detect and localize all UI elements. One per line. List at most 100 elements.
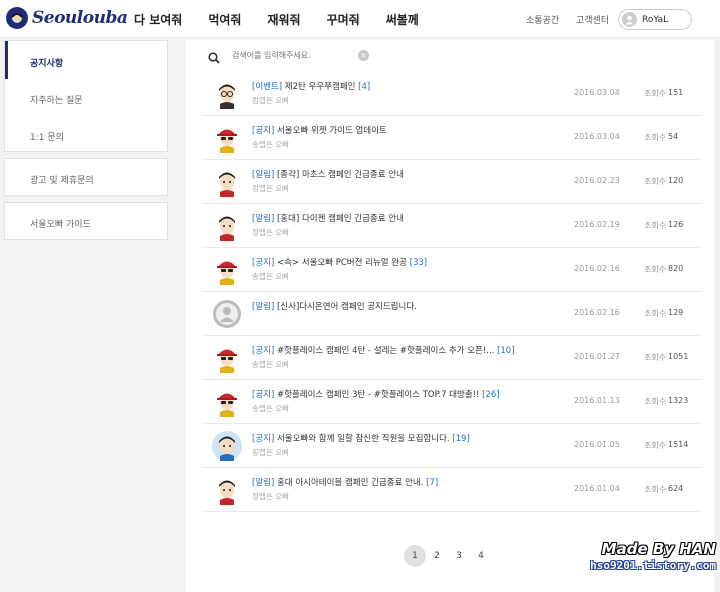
- sidebar-item-inquiry[interactable]: 1:1 문의: [5, 130, 167, 143]
- top-header: Seoulouba 다 보여줘 먹여줘 재워줘 꾸며줘 써볼께 소통공간 고객센…: [0, 0, 720, 38]
- sidebar-item-guide[interactable]: 서울오빠 가이드: [5, 217, 167, 230]
- nav-item-food[interactable]: 먹여줘: [208, 11, 241, 28]
- post-category: [공지]: [252, 258, 275, 268]
- post-list: [이벤트] 제2탄 우우쭈캠페인 [4] 컴캡은 오빠 2016.03.04 조회수 1…: [202, 72, 702, 512]
- nav-item-try[interactable]: 써볼께: [386, 11, 419, 28]
- author-avatar: [212, 123, 242, 153]
- views-count: 126: [668, 220, 684, 229]
- nav-item-all[interactable]: 다 보여줘: [134, 11, 182, 28]
- author-avatar: [212, 79, 242, 109]
- post-title[interactable]: [알림] [홍대] 다이젠 캠페인 긴급종료 안내: [252, 212, 404, 224]
- post-author: 송맵은 오빠: [252, 272, 289, 281]
- author-avatar: [212, 167, 242, 197]
- post-category: [이벤트]: [252, 82, 283, 92]
- author-avatar: [212, 299, 242, 329]
- post-title-text: [종각] 마초스 캠페인 긴급종료 안내: [276, 170, 404, 180]
- sidebar-item-notice[interactable]: 공지사항: [5, 56, 167, 69]
- author-avatar: [212, 343, 242, 373]
- author-avatar: [212, 255, 242, 285]
- post-row[interactable]: [공지] #핫플레이스 캠페인 3탄 - #핫플레이스 TOP.7 대방출!! …: [202, 380, 702, 424]
- post-author: 정맵은 오빠: [252, 184, 289, 193]
- post-row[interactable]: [공지] #핫플레이스 캠페인 4탄 - 설레는 #핫플레이스 추가 오픈!..…: [202, 336, 702, 380]
- community-link[interactable]: 소통공간: [526, 0, 559, 38]
- user-name: RoYaL: [642, 14, 669, 25]
- search-bar[interactable]: 검색어를 입력해주세요. ×: [186, 40, 714, 72]
- post-row[interactable]: [공지] 서울오빠와 함께 일할 참신한 직원을 모집합니다. [19] 꽁맵은 …: [202, 424, 702, 468]
- comment-count: [10]: [497, 346, 515, 356]
- post-category: [공지]: [252, 434, 275, 444]
- views-label: 조회수: [644, 89, 667, 98]
- nav-item-beauty[interactable]: 꾸며줘: [327, 11, 360, 28]
- post-row[interactable]: [공지] <속> 서울오빠 PC버전 리뉴얼 완공 [33] 송맵은 오빠 2016…: [202, 248, 702, 292]
- post-title[interactable]: [알림] 홍대 아시아테이블 캠페인 긴급종료 안내. [7]: [252, 476, 438, 488]
- post-author: 꽁맵은 오빠: [252, 448, 289, 457]
- watermark: Made By HAN hso9201.tistory.com: [580, 540, 716, 572]
- post-title[interactable]: [알림] [신사]다시온연어 캠페인 공지드립니다.: [252, 300, 417, 312]
- user-avatar-icon: [622, 12, 637, 27]
- post-title[interactable]: [공지] 서울오빠와 함께 일할 참신한 직원을 모집합니다. [19]: [252, 432, 470, 444]
- sidebar-help-group: 공지사항 자주하는 질문 1:1 문의: [4, 40, 168, 152]
- post-date: 2016.02.23: [574, 176, 620, 185]
- views-label: 조회수: [644, 177, 667, 186]
- post-title[interactable]: [이벤트] 제2탄 우우쭈캠페인 [4]: [252, 80, 370, 92]
- user-menu[interactable]: RoYaL: [618, 9, 692, 30]
- post-title-text: [홍대] 다이젠 캠페인 긴급종료 안내: [276, 214, 404, 224]
- post-title-text: 제2탄 우우쭈캠페인: [284, 82, 356, 92]
- sidebar-item-ad-inquiry[interactable]: 광고 및 제휴문의: [5, 173, 167, 186]
- views-count: 129: [668, 308, 684, 317]
- post-row[interactable]: [알림] 홍대 아시아테이블 캠페인 긴급종료 안내. [7] 정맵은 오빠 201…: [202, 468, 702, 512]
- views-label: 조회수: [644, 441, 667, 450]
- views-count: 54: [668, 132, 679, 141]
- post-author: 정맵은 오빠: [252, 228, 289, 237]
- search-icon[interactable]: [208, 49, 220, 68]
- post-title[interactable]: [공지] #핫플레이스 캠페인 4탄 - 설레는 #핫플레이스 추가 오픈!..…: [252, 344, 515, 356]
- post-row[interactable]: [공지] 서울오빠 위젯 가이드 업데이트 송맵은 오빠 2016.03.04 조회…: [202, 116, 702, 160]
- support-link[interactable]: 고객센터: [576, 0, 609, 38]
- watermark-author: Made By HAN: [601, 540, 716, 558]
- post-row[interactable]: [알림] [종각] 마초스 캠페인 긴급종료 안내 정맵은 오빠 2016.02.…: [202, 160, 702, 204]
- views-count: 1051: [668, 352, 689, 361]
- nav-item-stay[interactable]: 재워줘: [267, 11, 300, 28]
- post-row[interactable]: [이벤트] 제2탄 우우쭈캠페인 [4] 컴캡은 오빠 2016.03.04 조회수 1…: [202, 72, 702, 116]
- views-label: 조회수: [644, 265, 667, 274]
- comment-count: [26]: [482, 390, 500, 400]
- comment-count: [33]: [409, 258, 428, 268]
- post-title-text: #핫플레이스 캠페인 4탄 - 설레는 #핫플레이스 추가 오픈!...: [276, 346, 495, 356]
- search-input[interactable]: 검색어를 입력해주세요.: [232, 50, 311, 61]
- post-date: 2016.02.16: [574, 264, 620, 273]
- post-date: 2016.03.04: [574, 88, 620, 97]
- post-row[interactable]: [알림] [신사]다시온연어 캠페인 공지드립니다. 2016.02.16 조회수…: [202, 292, 702, 336]
- post-title[interactable]: [공지] <속> 서울오빠 PC버전 리뉴얼 완공 [33]: [252, 256, 427, 268]
- page-link-4[interactable]: 4: [470, 545, 492, 567]
- views-count: 820: [668, 264, 684, 273]
- post-title[interactable]: [알림] [종각] 마초스 캠페인 긴급종료 안내: [252, 168, 404, 180]
- author-avatar: [212, 211, 242, 241]
- post-date: 2016.01.13: [574, 396, 620, 405]
- post-category: [알림]: [252, 214, 275, 224]
- post-date: 2016.01.27: [574, 352, 620, 361]
- site-logo[interactable]: Seoulouba: [6, 7, 128, 29]
- post-title[interactable]: [공지] 서울오빠 위젯 가이드 업데이트: [252, 124, 387, 136]
- page-link-3[interactable]: 3: [448, 545, 470, 567]
- logo-mascot-icon: [6, 7, 28, 29]
- views-label: 조회수: [644, 353, 667, 362]
- page-link-2[interactable]: 2: [426, 545, 448, 567]
- watermark-url: hso9201.tistory.com: [590, 559, 716, 572]
- page-link-1[interactable]: 1: [404, 545, 426, 567]
- post-date: 2016.02.16: [574, 308, 620, 317]
- post-row[interactable]: [알림] [홍대] 다이젠 캠페인 긴급종료 안내 정맵은 오빠 2016.02.…: [202, 204, 702, 248]
- sidebar-guide-group: 서울오빠 가이드: [4, 202, 168, 240]
- post-category: [알림]: [252, 478, 275, 488]
- views-count: 120: [668, 176, 684, 185]
- sidebar-item-faq[interactable]: 자주하는 질문: [5, 93, 167, 106]
- post-date: 2016.01.05: [574, 440, 620, 449]
- views-label: 조회수: [644, 397, 667, 406]
- post-date: 2016.02.19: [574, 220, 620, 229]
- post-title[interactable]: [공지] #핫플레이스 캠페인 3탄 - #핫플레이스 TOP.7 대방출!! …: [252, 388, 500, 400]
- views-count: 151: [668, 88, 684, 97]
- author-avatar: [212, 475, 242, 505]
- post-author: 정맵은 오빠: [252, 492, 289, 501]
- comment-count: [19]: [452, 434, 470, 444]
- author-avatar: [212, 431, 242, 461]
- clear-icon[interactable]: ×: [358, 50, 369, 61]
